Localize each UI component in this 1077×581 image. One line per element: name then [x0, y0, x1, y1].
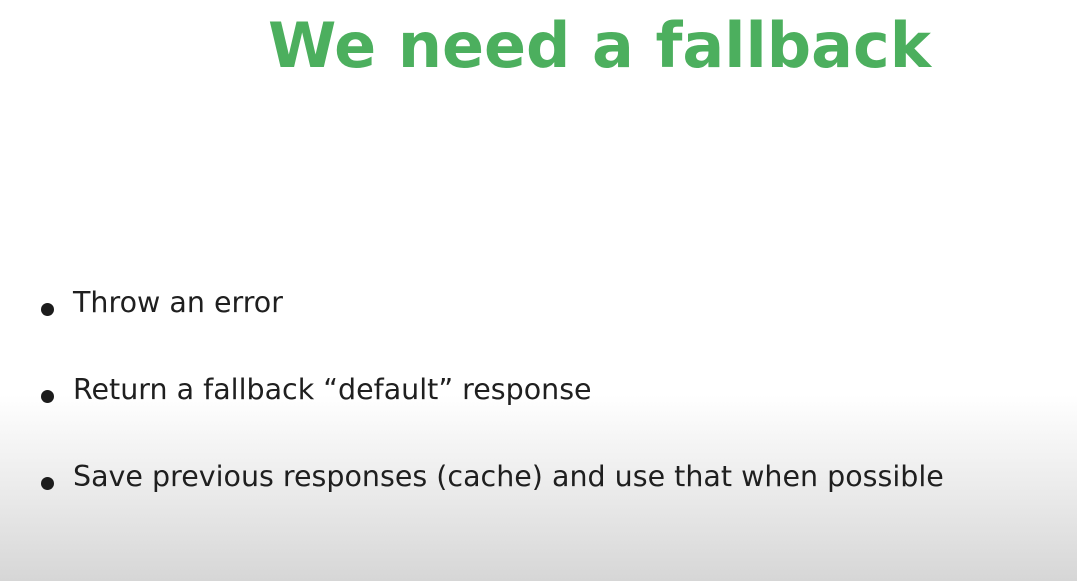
slide-title: We need a fallback — [268, 9, 931, 82]
bullet-item: Throw an error — [40, 283, 1040, 323]
bullet-text: Return a fallback “default” response — [73, 373, 592, 406]
bullet-icon — [41, 390, 54, 403]
bullet-item: Return a fallback “default” response — [40, 370, 1040, 410]
bullet-item: Save previous responses (cache) and use … — [40, 457, 1040, 497]
slide: We need a fallback Throw an error Return… — [0, 0, 1077, 581]
bullet-text: Throw an error — [73, 286, 283, 319]
bullet-icon — [41, 477, 54, 490]
bullet-icon — [41, 303, 54, 316]
bullet-text: Save previous responses (cache) and use … — [73, 460, 944, 493]
